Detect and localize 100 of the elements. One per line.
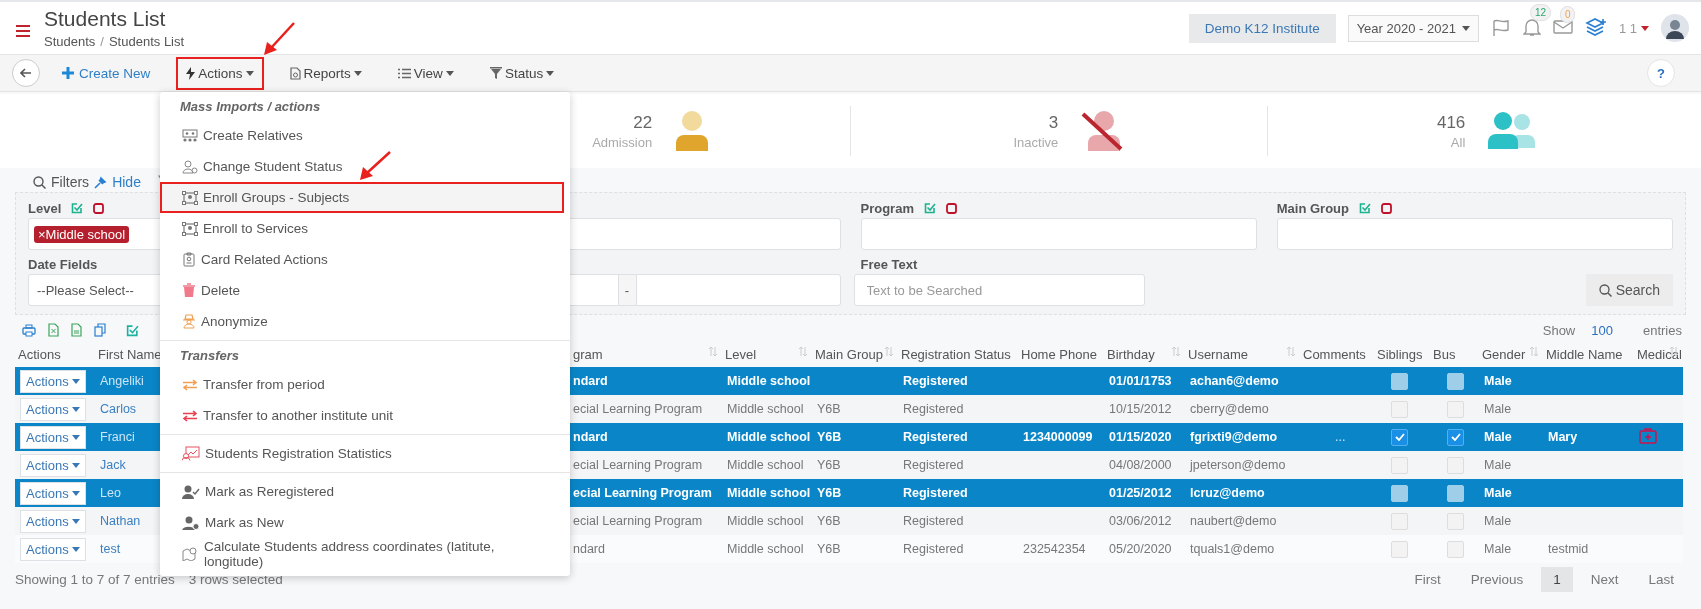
page-title: Students List xyxy=(44,7,167,31)
column-header[interactable]: gram xyxy=(564,341,722,367)
column-header[interactable]: Bus xyxy=(1430,341,1479,367)
menu-item[interactable]: Card Related Actions xyxy=(160,244,570,275)
page-size-select[interactable]: 100 xyxy=(1591,322,1613,338)
stat-label: Admission xyxy=(592,134,653,150)
hide-link[interactable]: Hide xyxy=(112,174,141,190)
row-actions-button[interactable]: Actions xyxy=(20,509,86,533)
table-cell: ecial Learning Program xyxy=(573,486,712,500)
print-icon[interactable] xyxy=(22,323,36,337)
pin-icon[interactable] xyxy=(94,175,108,189)
column-header[interactable]: Username xyxy=(1185,341,1300,367)
menu-item[interactable]: Delete xyxy=(160,275,570,306)
table-cell: Registered xyxy=(903,514,964,528)
column-header[interactable]: Medical xyxy=(1634,341,1683,367)
row-actions-button[interactable]: Actions xyxy=(20,425,86,449)
column-header[interactable]: Main Group xyxy=(812,341,898,367)
filter-tag[interactable]: ×Middle school xyxy=(34,225,130,243)
free-text-field[interactable]: Text to be Searched xyxy=(853,274,1145,306)
row-actions-button[interactable]: Actions xyxy=(20,537,86,561)
copy-icon[interactable] xyxy=(94,323,106,337)
column-header[interactable]: Gender xyxy=(1479,341,1543,367)
field-label: Date Fields xyxy=(28,256,98,272)
table-cell: Middle school xyxy=(727,542,804,556)
dropdown-button[interactable]: Status xyxy=(479,56,565,90)
pagination-button[interactable]: First xyxy=(1402,566,1453,592)
menu-item[interactable]: Enroll to Services xyxy=(160,213,570,244)
column-header[interactable]: Comments xyxy=(1300,341,1374,367)
column-header[interactable]: Middle Name xyxy=(1543,341,1634,367)
checkbox[interactable] xyxy=(1447,428,1464,446)
search-button[interactable]: Search xyxy=(1585,274,1673,306)
column-header[interactable]: Birthday xyxy=(1104,341,1185,367)
select-all-icon[interactable] xyxy=(126,323,139,337)
table-cell: tquals1@demo xyxy=(1190,542,1275,556)
select-all-icon[interactable] xyxy=(1358,202,1371,214)
row-actions-button[interactable]: Actions xyxy=(20,397,86,421)
pagination-button[interactable]: Previous xyxy=(1458,566,1536,592)
menu-icon[interactable] xyxy=(16,25,30,37)
row-actions-button[interactable]: Actions xyxy=(20,481,86,505)
row-actions-button[interactable]: Actions xyxy=(20,453,86,477)
table-cell: 10/15/2012 xyxy=(1109,402,1172,416)
checkbox[interactable] xyxy=(1391,484,1408,502)
menu-item[interactable]: Mark as New xyxy=(160,507,570,538)
column-header[interactable]: Level xyxy=(722,341,812,367)
select-all-icon[interactable] xyxy=(71,202,84,214)
flag-icon[interactable] xyxy=(1490,19,1511,37)
id-card-icon xyxy=(182,252,196,267)
checkbox[interactable] xyxy=(1447,484,1464,502)
menu-item[interactable]: Anonymize xyxy=(160,306,570,337)
menu-item[interactable]: Calculate Students address coordinates (latitute, longitude) xyxy=(160,538,570,569)
excel-icon[interactable] xyxy=(48,323,59,337)
frame-icon xyxy=(182,190,198,205)
clear-icon[interactable] xyxy=(945,202,957,214)
menu-item[interactable]: Create Relatives xyxy=(160,120,570,151)
checkbox[interactable] xyxy=(1391,372,1408,390)
breadcrumb-link[interactable]: Students xyxy=(44,34,96,49)
clear-icon[interactable] xyxy=(93,202,105,214)
first-name-link[interactable]: Nathan xyxy=(100,514,141,528)
column-header[interactable]: Actions xyxy=(15,341,95,367)
checkbox[interactable] xyxy=(1391,428,1408,446)
breadcrumb-current: Students List xyxy=(108,34,185,49)
first-name-link[interactable]: Jack xyxy=(100,458,126,472)
pagination-button[interactable]: Last xyxy=(1636,566,1686,592)
column-header[interactable]: Registration Status xyxy=(898,341,1018,367)
table-cell: ecial Learning Program xyxy=(573,514,703,528)
frame-icon xyxy=(182,221,198,236)
pagination-button[interactable]: Next xyxy=(1578,566,1631,592)
column-header[interactable]: Siblings xyxy=(1374,341,1430,367)
institute-button[interactable]: Demo K12 Institute xyxy=(1188,13,1336,43)
first-name-link[interactable]: test xyxy=(100,542,121,556)
help-button[interactable]: ? xyxy=(1647,59,1675,87)
first-name-link[interactable]: Carlos xyxy=(100,402,137,416)
csv-icon[interactable] xyxy=(71,323,82,337)
dropdown-button[interactable]: Reports xyxy=(279,56,372,90)
select-all-icon[interactable] xyxy=(923,202,936,214)
back-button[interactable] xyxy=(12,59,40,87)
checkbox[interactable] xyxy=(1447,372,1464,390)
bell-icon[interactable] xyxy=(1522,16,1541,37)
layers-icon[interactable] xyxy=(1584,18,1607,38)
table-cell: Male xyxy=(1484,458,1512,472)
column-header[interactable]: Home Phone xyxy=(1018,341,1104,367)
avatar[interactable] xyxy=(1661,14,1689,42)
select-field[interactable] xyxy=(860,218,1257,250)
select-field[interactable] xyxy=(1276,218,1673,250)
create-new-button[interactable]: Create New xyxy=(52,56,161,90)
table-cell: 05/20/2020 xyxy=(1109,542,1172,556)
pagination-button[interactable]: 1 xyxy=(1541,566,1573,592)
caret-icon[interactable] xyxy=(1641,25,1649,31)
menu-item[interactable]: Mark as Reregistered xyxy=(160,476,570,507)
table-cell: 01/01/1753 xyxy=(1109,374,1172,388)
clear-icon[interactable] xyxy=(1380,202,1392,214)
people-grid-icon xyxy=(182,128,198,143)
year-select[interactable]: Year 2020 - 2021 xyxy=(1347,14,1479,42)
menu-section-header: Transfers xyxy=(179,347,240,365)
menu-item[interactable]: Change Student Status xyxy=(160,151,570,182)
dropdown-button[interactable]: View xyxy=(387,56,464,90)
date-to-field[interactable] xyxy=(635,274,841,306)
first-aid-icon[interactable] xyxy=(1639,427,1657,444)
envelope-icon[interactable] xyxy=(1552,18,1573,35)
row-actions-button[interactable]: Actions xyxy=(20,369,86,393)
